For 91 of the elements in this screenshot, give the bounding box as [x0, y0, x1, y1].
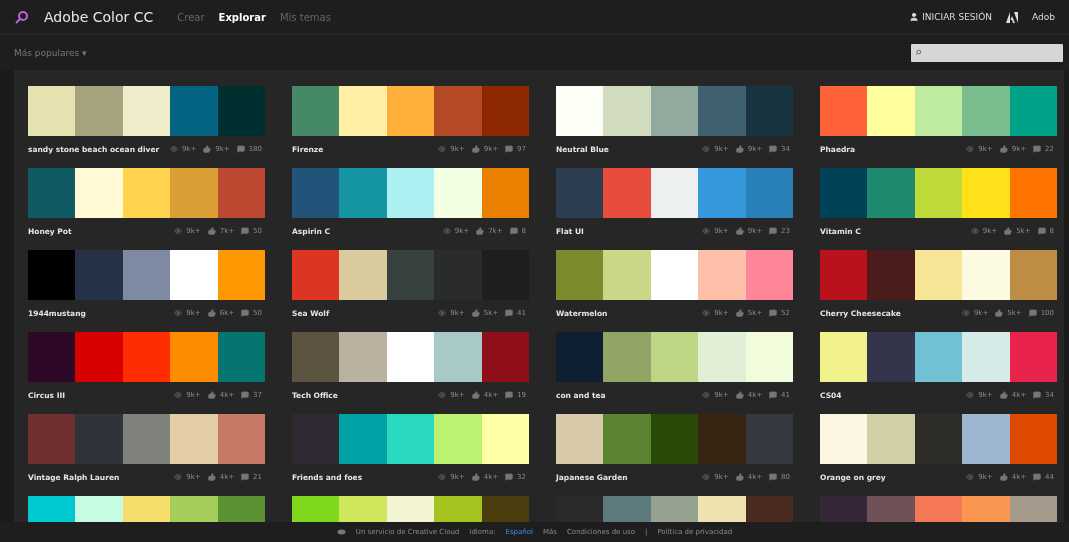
comment-icon	[769, 309, 778, 317]
color-palette[interactable]	[556, 168, 793, 218]
eye-icon	[702, 309, 711, 317]
thumbs-up-icon	[207, 227, 216, 235]
eye-icon	[702, 473, 711, 481]
comment-icon	[241, 227, 250, 235]
color-palette[interactable]	[820, 332, 1057, 382]
color-palette[interactable]	[556, 86, 793, 136]
eye-icon	[174, 309, 183, 317]
thumbs-up-icon	[207, 391, 216, 399]
comment-icon	[769, 227, 778, 235]
sign-in-link[interactable]: INICIAR SESIÓN	[909, 12, 993, 22]
thumbs-up-icon	[735, 473, 744, 481]
thumbs-up-icon	[207, 309, 216, 317]
eye-icon	[174, 391, 183, 399]
eye-icon	[966, 391, 975, 399]
eye-icon	[702, 227, 711, 235]
eye-icon	[174, 227, 183, 235]
comment-icon	[769, 473, 778, 481]
color-palette[interactable]	[28, 250, 265, 300]
eye-icon	[442, 227, 451, 235]
comment-icon	[1037, 227, 1046, 235]
comment-icon	[241, 391, 250, 399]
thumbs-up-icon	[999, 145, 1008, 153]
eye-icon	[438, 309, 447, 317]
thumbs-up-icon	[471, 309, 480, 317]
comment-icon	[505, 473, 514, 481]
comment-icon	[1028, 309, 1037, 317]
color-palette[interactable]	[820, 86, 1057, 136]
comment-icon	[505, 145, 514, 153]
comment-icon	[505, 309, 514, 317]
color-palette[interactable]	[556, 250, 793, 300]
thumbs-up-icon	[471, 145, 480, 153]
color-palette[interactable]	[28, 168, 265, 218]
eye-icon	[961, 309, 970, 317]
brand-text: Adob	[1032, 12, 1055, 22]
comment-icon	[1033, 391, 1042, 399]
nav-tab[interactable]: Explorar	[218, 11, 266, 23]
eye-icon	[169, 145, 178, 153]
thumbs-up-icon	[476, 227, 485, 235]
eye-icon	[702, 145, 711, 153]
thumbs-up-icon	[999, 473, 1008, 481]
eye-icon	[438, 391, 447, 399]
comment-icon	[505, 391, 514, 399]
color-palette[interactable]	[820, 414, 1057, 464]
color-palette[interactable]	[820, 250, 1057, 300]
nav-tab[interactable]: Crear	[177, 11, 205, 23]
color-palette[interactable]	[292, 332, 529, 382]
app-title: Adobe Color CC	[44, 9, 154, 25]
user-icon	[909, 12, 920, 22]
color-palette[interactable]	[28, 414, 265, 464]
color-palette[interactable]	[292, 168, 529, 218]
thumbs-up-icon	[203, 145, 212, 153]
search-icon	[915, 49, 922, 56]
thumbs-up-icon	[207, 473, 216, 481]
thumbs-up-icon	[735, 145, 744, 153]
color-palette[interactable]	[292, 414, 529, 464]
eye-icon	[970, 227, 979, 235]
color-palette[interactable]	[28, 332, 265, 382]
color-palette[interactable]	[556, 332, 793, 382]
sort-dropdown[interactable]: Más populares ▾	[14, 47, 87, 58]
thumbs-up-icon	[471, 391, 480, 399]
color-palette[interactable]	[292, 250, 529, 300]
thumbs-up-icon	[471, 473, 480, 481]
nav-tab[interactable]: Mis temas	[279, 11, 331, 23]
color-palette[interactable]	[556, 414, 793, 464]
eye-icon	[438, 473, 447, 481]
eye-icon	[174, 473, 183, 481]
comment-icon	[769, 145, 778, 153]
comment-icon	[241, 473, 250, 481]
thumbs-up-icon	[735, 309, 744, 317]
comment-icon	[1033, 473, 1042, 481]
eye-icon	[438, 145, 447, 153]
color-palette[interactable]	[292, 86, 529, 136]
creative-cloud-icon	[336, 529, 346, 535]
color-palette[interactable]	[28, 86, 265, 136]
thumbs-up-icon	[1004, 227, 1013, 235]
thumbs-up-icon	[735, 227, 744, 235]
comment-icon	[1033, 145, 1042, 153]
thumbs-up-icon	[735, 391, 744, 399]
thumbs-up-icon	[995, 309, 1004, 317]
eye-icon	[966, 473, 975, 481]
comment-icon	[241, 309, 250, 317]
color-palette[interactable]	[820, 168, 1057, 218]
search-field[interactable]	[911, 43, 1063, 62]
comment-icon	[236, 145, 245, 153]
thumbs-up-icon	[999, 391, 1008, 399]
eye-icon	[702, 391, 711, 399]
comment-icon	[509, 227, 518, 235]
comment-icon	[769, 391, 778, 399]
eye-icon	[966, 145, 975, 153]
